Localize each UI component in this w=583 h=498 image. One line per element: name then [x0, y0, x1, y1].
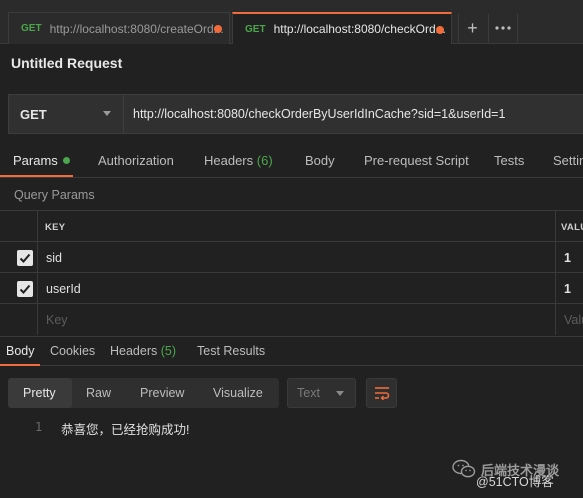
response-body-text[interactable]: 恭喜您，已经抢购成功! [61, 419, 189, 438]
param-key[interactable]: userId [46, 282, 81, 296]
method-label: GET [20, 106, 47, 122]
divider [0, 177, 583, 178]
chevron-down-icon [103, 111, 111, 116]
tab-options-button[interactable] [488, 14, 518, 42]
format-visualize[interactable]: Visualize [213, 386, 263, 400]
plus-icon: + [467, 17, 478, 38]
tab-url: http://localhost:8080/createOrd... [49, 21, 224, 36]
checkmark-icon [19, 253, 31, 263]
unsaved-dot-icon [214, 25, 222, 33]
new-value-input[interactable]: Valu [564, 313, 583, 327]
column-header-key: KEY [45, 222, 66, 233]
param-key[interactable]: sid [46, 251, 62, 265]
tab-headers[interactable]: Headers (6) [204, 153, 273, 168]
wrap-lines-button[interactable] [366, 378, 397, 408]
column-header-value: VALU [561, 222, 583, 233]
tab-cookies[interactable]: Cookies [50, 344, 95, 358]
checkmark-icon [19, 284, 31, 294]
tab-response-body[interactable]: Body [6, 344, 35, 358]
param-checkbox[interactable] [17, 281, 33, 297]
method-select[interactable]: GET [8, 94, 124, 134]
wrap-lines-icon [374, 387, 389, 400]
tab-url: http://localhost:8080/checkOrd... [273, 22, 446, 36]
param-value[interactable]: 1 [564, 251, 571, 265]
tab-response-headers[interactable]: Headers (5) [110, 344, 176, 358]
url-input[interactable]: http://localhost:8080/checkOrderByUserId… [124, 94, 583, 134]
tab-authorization[interactable]: Authorization [98, 153, 174, 168]
param-checkbox[interactable] [17, 250, 33, 266]
request-title[interactable]: Untitled Request [11, 55, 122, 71]
table-row-new: Key Valu [0, 304, 583, 335]
format-raw[interactable]: Raw [86, 386, 111, 400]
tab-body[interactable]: Body [305, 153, 335, 168]
table-row: sid 1 [0, 242, 583, 273]
tab-tests[interactable]: Tests [494, 153, 524, 168]
ellipsis-icon [495, 26, 511, 30]
new-key-input[interactable]: Key [46, 313, 68, 327]
request-tab-active[interactable]: GET http://localhost:8080/checkOrd... [232, 12, 452, 44]
tab-method: GET [245, 23, 266, 35]
new-tab-button[interactable]: + [458, 14, 486, 42]
params-table: KEY VALU sid 1 userId 1 Key Valu [0, 210, 583, 335]
tab-test-results[interactable]: Test Results [197, 344, 265, 358]
tab-pre-request-script[interactable]: Pre-request Script [364, 153, 469, 168]
request-tab[interactable]: GET http://localhost:8080/createOrd... [8, 12, 230, 44]
active-tab-indicator [0, 364, 40, 366]
headers-count: (5) [160, 344, 177, 358]
param-value[interactable]: 1 [564, 282, 571, 296]
tab-label: Headers [110, 344, 158, 358]
format-preview[interactable]: Preview [140, 386, 184, 400]
tab-label: Headers [204, 153, 254, 168]
language-label: Text [297, 386, 320, 400]
format-pretty[interactable]: Pretty [23, 386, 56, 400]
headers-count: (6) [256, 153, 273, 168]
active-dot-icon [62, 157, 70, 165]
tab-settings[interactable]: Settin [553, 153, 583, 168]
chevron-down-icon [336, 391, 344, 396]
line-number: 1 [35, 420, 43, 434]
unsaved-dot-icon [436, 26, 444, 34]
tab-params[interactable]: Params [13, 153, 70, 168]
table-row: userId 1 [0, 273, 583, 304]
wechat-icon [452, 459, 476, 478]
tab-label: Params [13, 153, 58, 168]
table-header-row: KEY VALU [0, 211, 583, 242]
query-params-title: Query Params [14, 188, 95, 202]
watermark-sub: @51CTO博客 [476, 475, 554, 489]
tab-method: GET [21, 23, 42, 34]
